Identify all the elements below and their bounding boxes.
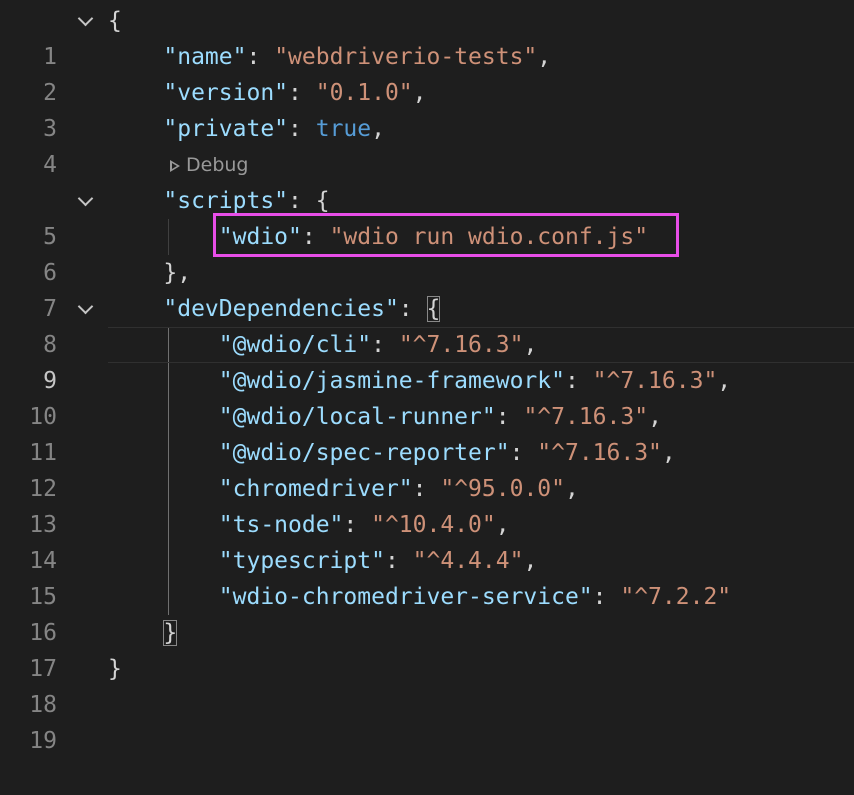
code-editor[interactable]: 1 { 2 "name": "webdriverio-tests", 3 "ve… [0, 3, 854, 754]
json-key: "@wdio/cli" [218, 332, 372, 358]
json-key: "ts-node" [218, 512, 344, 538]
debug-codelens[interactable]: Debug [170, 147, 248, 183]
code-line-19[interactable]: 19 [0, 687, 854, 754]
json-string-value: "^7.2.2" [620, 584, 732, 610]
json-key: "wdio" [218, 224, 302, 250]
code-line-10[interactable]: 10 "@wdio/jasmine-framework": "^7.16.3", [0, 363, 854, 430]
json-string-value: "wdio run wdio.conf.js" [329, 224, 649, 250]
json-string-value: "^4.4.4" [412, 548, 524, 574]
code-line-5[interactable]: 5 "scripts": { [0, 183, 854, 250]
debug-codelens-label: Debug [186, 154, 249, 176]
brace-open: { [108, 8, 122, 34]
code-line-18[interactable]: 18 } [0, 651, 854, 718]
line-number: 19 [29, 728, 57, 754]
code-line-16[interactable]: 16 "wdio-chromedriver-service": "^7.2.2" [0, 579, 854, 646]
json-string-value: "0.1.0" [315, 80, 413, 106]
code-line-4[interactable]: 4 "private": true, [0, 111, 854, 178]
code-line-9-active[interactable]: 9 "@wdio/cli": "^7.16.3", [0, 327, 854, 394]
code-line-13[interactable]: 13 "chromedriver": "^95.0.0", [0, 471, 854, 538]
code-line-12[interactable]: 12 "@wdio/spec-reporter": "^7.16.3", [0, 435, 854, 502]
code-line-14[interactable]: 14 "ts-node": "^10.4.0", [0, 507, 854, 574]
json-key: "private" [163, 116, 289, 142]
play-outline-icon [170, 159, 180, 172]
matching-bracket-close: } [163, 620, 178, 646]
matching-bracket-open: { [426, 296, 441, 322]
code-line-8[interactable]: 8 "devDependencies": { [0, 291, 854, 358]
code-line-17[interactable]: 17 } [0, 615, 854, 682]
json-key: "@wdio/local-runner" [218, 404, 496, 430]
json-string-value: "^7.16.3" [592, 368, 718, 394]
brace-close: } [108, 656, 122, 682]
json-key: "@wdio/jasmine-framework" [218, 368, 565, 394]
json-string-value: "^7.16.3" [523, 404, 649, 430]
fold-chevron-icon[interactable] [76, 3, 98, 39]
json-key: "typescript" [218, 548, 385, 574]
fold-chevron-icon[interactable] [76, 291, 98, 327]
json-boolean-value: true [315, 116, 372, 142]
json-key: "chromedriver" [218, 476, 413, 502]
json-string-value: "^10.4.0" [371, 512, 496, 538]
json-string-value: "^7.16.3" [398, 332, 524, 358]
code-line-6[interactable]: 6 "wdio": "wdio run wdio.conf.js" [0, 219, 854, 286]
json-key: "@wdio/spec-reporter" [218, 440, 510, 466]
fold-chevron-icon[interactable] [76, 183, 98, 219]
codelens-row: Debug [0, 147, 854, 183]
json-key: "name" [163, 44, 247, 70]
code-line-2[interactable]: 2 "name": "webdriverio-tests", [0, 39, 854, 106]
code-line-1[interactable]: 1 { [0, 3, 854, 70]
brace-close: }, [163, 260, 192, 286]
code-line-11[interactable]: 11 "@wdio/local-runner": "^7.16.3", [0, 399, 854, 466]
code-line-15[interactable]: 15 "typescript": "^4.4.4", [0, 543, 854, 610]
json-key: "scripts" [163, 188, 289, 214]
json-string-value: "webdriverio-tests" [274, 44, 538, 70]
json-string-value: "^7.16.3" [537, 440, 662, 466]
json-string-value: "^95.0.0" [440, 476, 565, 502]
json-key: "version" [163, 80, 289, 106]
json-key: "wdio-chromedriver-service" [218, 584, 593, 610]
code-line-3[interactable]: 3 "version": "0.1.0", [0, 75, 854, 142]
code-line-7[interactable]: 7 }, [0, 255, 854, 322]
json-key: "devDependencies" [163, 296, 399, 322]
